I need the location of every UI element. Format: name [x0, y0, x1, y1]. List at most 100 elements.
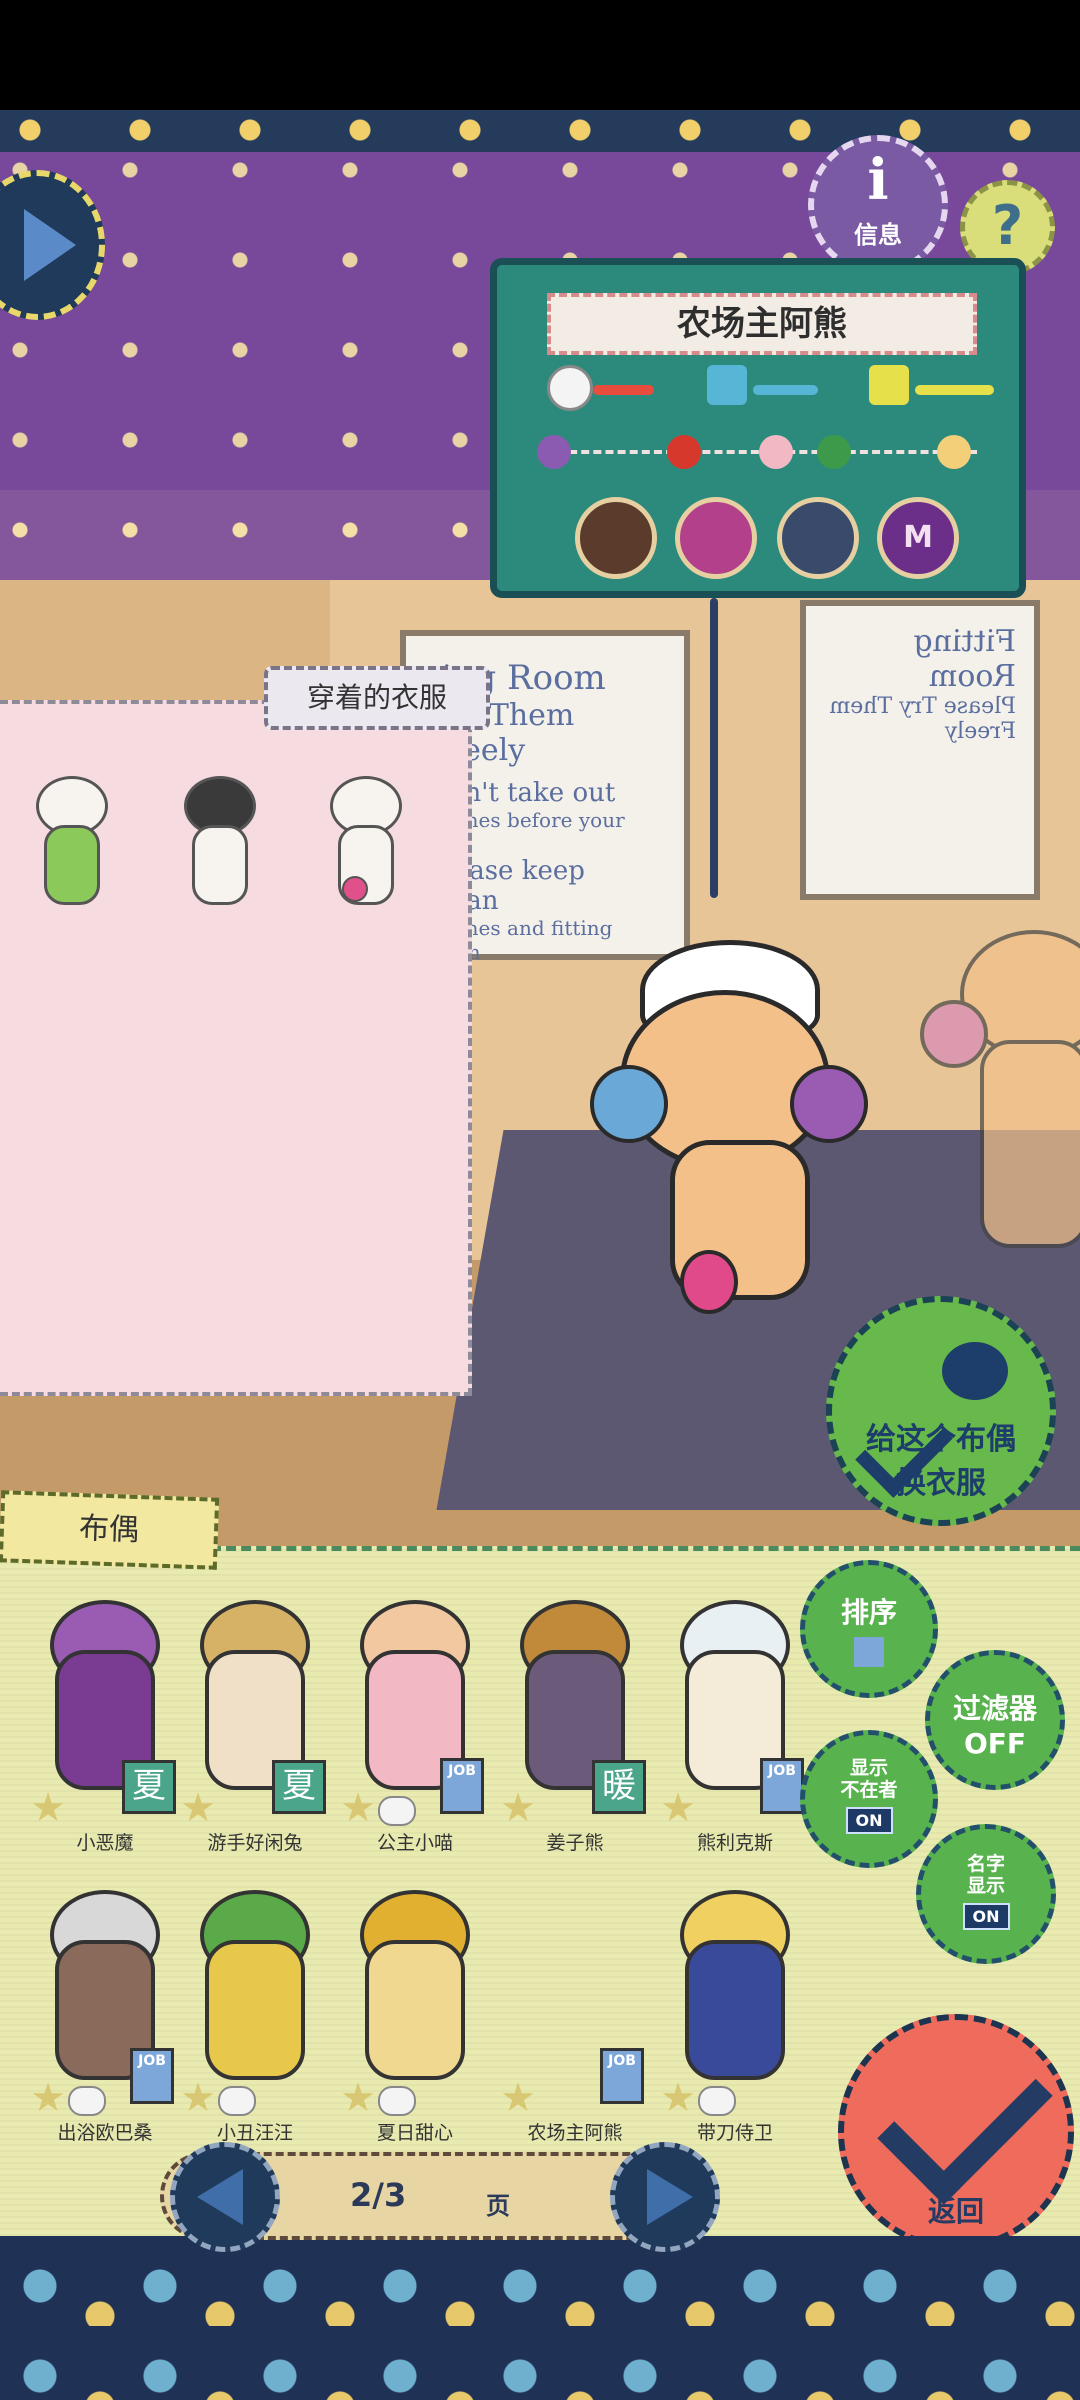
- hanging-string: [710, 598, 718, 898]
- star-icon: ★: [660, 2075, 696, 2121]
- filter-state: OFF: [963, 1727, 1027, 1760]
- job-card-icon: JOB: [600, 2048, 644, 2104]
- doll-body: [685, 1940, 785, 2080]
- star-icon: ★: [30, 1785, 66, 1831]
- season-badge: 夏: [122, 1760, 176, 1814]
- return-button[interactable]: 返回: [838, 2014, 1074, 2250]
- question-icon: ?: [991, 194, 1024, 257]
- star-icon: ★: [180, 1785, 216, 1831]
- star-icon: ★: [500, 2075, 536, 2121]
- cloud-icon: [218, 2086, 256, 2116]
- filter-button[interactable]: 过滤器 OFF: [925, 1650, 1065, 1790]
- worn-clothes-tab: 穿着的衣服: [264, 666, 490, 730]
- star-icon: ★: [30, 2075, 66, 2121]
- worn-outfit-2[interactable]: [172, 770, 262, 905]
- page-indicator: 2/3: [350, 2176, 407, 2214]
- star-icon: ★: [660, 1785, 696, 1831]
- ornament-icon: [680, 1250, 738, 1314]
- arrow-right-icon: [23, 209, 76, 281]
- star-icon: ★: [180, 2075, 216, 2121]
- star-icon: [790, 1065, 868, 1143]
- job-card-icon: JOB: [760, 1758, 804, 1814]
- doll-item[interactable]: 夏 ★ 小恶魔: [30, 1590, 180, 1854]
- cloud-icon: [378, 2086, 416, 2116]
- change-clothes-button[interactable]: 给这个布偶 换衣服: [826, 1296, 1056, 1526]
- doll-item[interactable]: JOB ★ 出浴欧巴桑: [30, 1880, 180, 2144]
- star-icon: ★: [340, 1785, 376, 1831]
- stat-bar-music: [915, 385, 994, 395]
- doll-item[interactable]: JOB ★ 公主小喵: [340, 1590, 490, 1854]
- star-icon: ★: [340, 2075, 376, 2121]
- info-button[interactable]: i 信息: [808, 135, 948, 275]
- bear-body: [44, 825, 100, 905]
- show-names-state: ON: [962, 1903, 1010, 1930]
- show-absent-state: ON: [845, 1807, 893, 1834]
- page-unit: 页: [486, 2192, 510, 2220]
- pig-icon: [937, 435, 971, 469]
- star-icon: ★: [500, 1785, 536, 1831]
- info-icon: i: [867, 147, 889, 213]
- lollipop-icon: [759, 435, 793, 469]
- sort-icon: [854, 1637, 884, 1667]
- fitting-room-sign-mirror: Fitting Room Please Try Them Freely: [800, 600, 1040, 900]
- star-icon: [590, 1065, 668, 1143]
- doll-item[interactable]: ★ 小丑汪汪: [180, 1880, 330, 2144]
- next-page-button[interactable]: [610, 2142, 720, 2252]
- doll-name: 农场主阿熊: [547, 293, 977, 355]
- show-names-label: 显示: [966, 1875, 1005, 1897]
- sort-label: 排序: [840, 1596, 897, 1629]
- filter-label: 过滤器: [952, 1692, 1037, 1725]
- doll-item-empty-slot[interactable]: JOB ★ 农场主阿熊: [500, 1880, 650, 2144]
- stat-bar-study: [753, 385, 818, 395]
- show-names-label: 名字: [966, 1853, 1005, 1875]
- season-badge: 夏: [272, 1760, 326, 1814]
- top-black-bar: [0, 0, 1080, 110]
- show-names-toggle[interactable]: 名字 显示 ON: [916, 1824, 1056, 1964]
- cloud-icon: [68, 2086, 106, 2116]
- horn-icon: [869, 365, 909, 405]
- table-icon: [575, 497, 657, 579]
- info-button-label: 信息: [854, 221, 902, 249]
- show-absent-toggle[interactable]: 显示 不在者 ON: [800, 1730, 938, 1868]
- prev-page-button[interactable]: [170, 2142, 280, 2252]
- decor-bottom-border: [0, 2236, 1080, 2400]
- doll-body: [205, 1940, 305, 2080]
- other-doll-bear: [920, 910, 1080, 1280]
- doll-item[interactable]: 暖 ★ 姜子熊: [500, 1590, 650, 1854]
- doll-item[interactable]: ★ 夏日甜心: [340, 1880, 490, 2144]
- show-absent-label: 不在者: [840, 1779, 898, 1801]
- stat-bar-cooking: [593, 385, 654, 395]
- doll-item[interactable]: JOB ★ 熊利克斯: [660, 1590, 810, 1854]
- bear-body: [192, 825, 248, 905]
- show-absent-label: 显示: [849, 1757, 888, 1779]
- season-badge: 暖: [592, 1760, 646, 1814]
- check-icon: [877, 2029, 1053, 2205]
- chef-hat-icon: [675, 497, 757, 579]
- doll-item[interactable]: 夏 ★ 游手好闲兔: [180, 1590, 330, 1854]
- book-icon: [707, 365, 747, 405]
- return-label: 返回: [927, 2195, 984, 2228]
- arrow-right-icon: [647, 2169, 693, 2225]
- m-icon: M: [877, 497, 959, 579]
- worn-outfit-1[interactable]: [24, 770, 114, 905]
- sign-line: Please Try Them Freely: [829, 694, 1016, 744]
- arrow-left-icon: [197, 2169, 243, 2225]
- chef-hat-icon: [547, 365, 593, 411]
- worn-outfit-3[interactable]: [318, 770, 408, 905]
- ornament-icon: [342, 876, 368, 902]
- current-doll-farmer-bear[interactable]: [590, 920, 868, 1320]
- doll-list-tab: 布偶: [0, 1490, 220, 1570]
- doll-info-card: 农场主阿熊 M: [490, 258, 1026, 598]
- sort-button[interactable]: 排序: [800, 1560, 938, 1698]
- doll-item[interactable]: ★ 带刀侍卫: [660, 1880, 810, 2144]
- cloud-icon: [378, 1796, 416, 1826]
- sign-title: Fitting Room: [913, 624, 1016, 694]
- job-card-icon: JOB: [440, 1758, 484, 1814]
- job-card-icon: JOB: [130, 2048, 174, 2104]
- doll-body: [365, 1940, 465, 2080]
- doll-name: 带刀侍卫: [696, 2122, 773, 2144]
- broken-heart-icon: [537, 435, 571, 469]
- cloud-icon: [698, 2086, 736, 2116]
- leaf-icon: [817, 435, 851, 469]
- fitness-icon: [777, 497, 859, 579]
